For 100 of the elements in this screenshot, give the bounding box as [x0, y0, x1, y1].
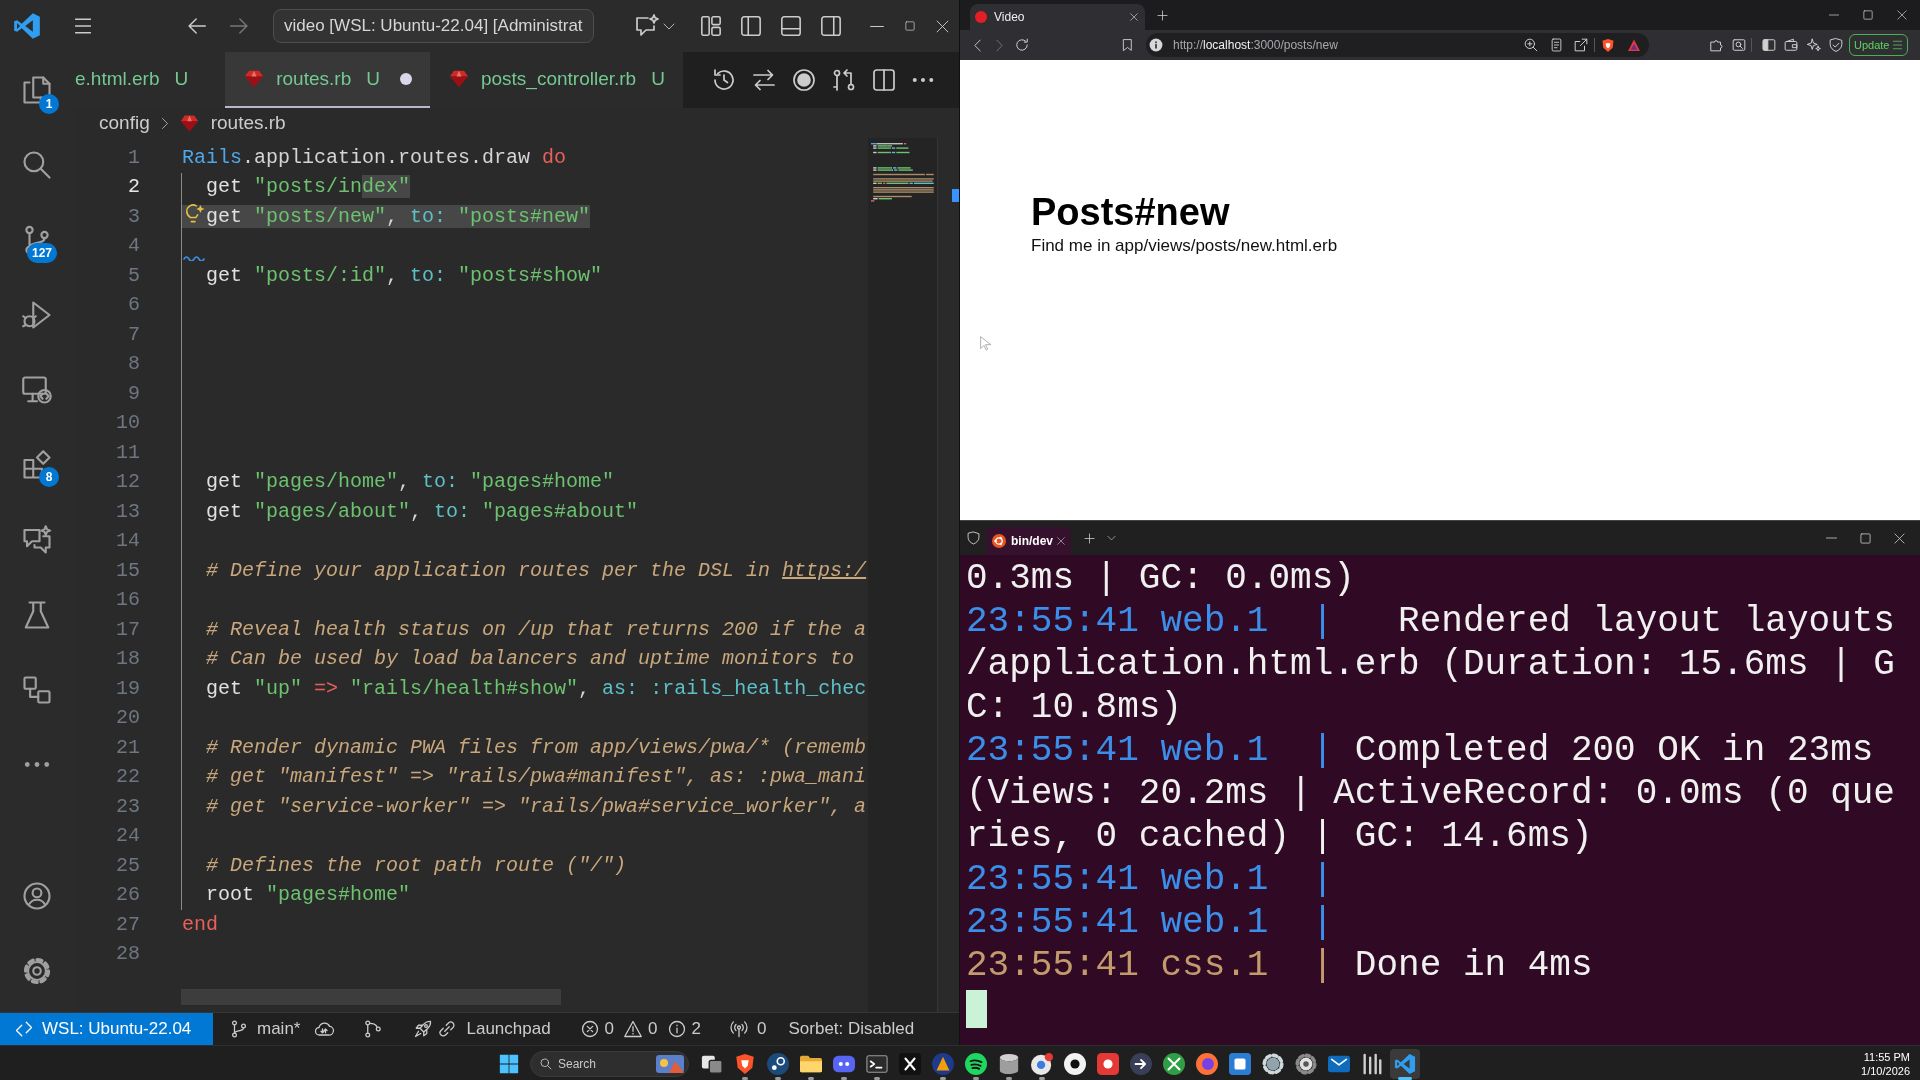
record-icon[interactable]	[792, 68, 816, 92]
code-logo-icon[interactable]	[13, 12, 41, 40]
close-icon[interactable]	[936, 19, 949, 33]
circle-dot-icon[interactable]	[1195, 1052, 1218, 1075]
extensions-icon[interactable]	[22, 449, 52, 480]
swap-arrows-icon[interactable]	[752, 68, 776, 92]
sidebar-left-icon[interactable]	[740, 15, 762, 37]
split-editor-icon[interactable]	[872, 68, 896, 92]
database-icon[interactable]	[997, 1052, 1020, 1075]
lightbulb-sparkle-icon[interactable]	[184, 204, 205, 223]
breadcrumb-item[interactable]: config	[99, 108, 150, 138]
address-bar[interactable]: http://localhost:3000/posts/new	[1146, 33, 1649, 57]
ports-count[interactable]: 0	[757, 1016, 767, 1042]
unsaved-dot-icon[interactable]	[399, 73, 412, 85]
cross-tile-icon[interactable]	[898, 1052, 921, 1075]
sidebar-icon[interactable]	[1762, 38, 1776, 52]
editor-tab[interactable]: e.html.erb U	[74, 52, 226, 108]
bookmark-icon[interactable]	[1121, 38, 1134, 52]
layout-grid-icon[interactable]	[700, 15, 722, 37]
sidebar-right-icon[interactable]	[820, 15, 842, 37]
code-logo-icon[interactable]	[1389, 1048, 1420, 1079]
more-icon[interactable]	[24, 760, 50, 769]
compare-icon[interactable]	[832, 68, 856, 92]
back-arrow-icon[interactable]	[186, 16, 208, 36]
more-icon[interactable]	[912, 76, 934, 84]
start-icon[interactable]	[499, 1053, 519, 1074]
breadcrumb-item[interactable]: routes.rb	[210, 108, 286, 138]
editor-tab[interactable]: posts_controller.rb U	[429, 52, 683, 108]
new-tab-icon[interactable]	[1084, 532, 1095, 544]
image-search-icon[interactable]	[1732, 38, 1746, 52]
branch-button[interactable]: main*	[230, 1016, 301, 1042]
flask-icon[interactable]	[22, 599, 52, 630]
update-button[interactable]: Update	[1849, 34, 1909, 56]
disc-icon[interactable]	[766, 1052, 789, 1075]
close-icon[interactable]	[1894, 532, 1905, 544]
panel-bottom-icon[interactable]	[780, 15, 802, 37]
shield-icon[interactable]	[733, 1052, 756, 1075]
sparkle-icon[interactable]	[1807, 38, 1821, 52]
caret-down-icon[interactable]	[663, 22, 675, 30]
gear-icon[interactable]	[1261, 1052, 1284, 1075]
maximize-icon[interactable]	[1860, 532, 1871, 544]
reload-icon[interactable]	[1015, 38, 1029, 52]
minimap[interactable]	[871, 143, 935, 205]
command-center[interactable]: video [WSL: Ubuntu-22.04] [Administrat	[273, 9, 594, 43]
arrow-circle-icon[interactable]	[1129, 1052, 1152, 1075]
browser-tab[interactable]: Video	[970, 4, 1145, 30]
close-icon[interactable]	[1897, 10, 1907, 20]
chat-sparkle-icon[interactable]	[635, 14, 659, 38]
shield-icon[interactable]	[1601, 37, 1615, 53]
linked-squares-icon[interactable]	[22, 674, 52, 705]
cross-circle-icon[interactable]	[1162, 1052, 1185, 1075]
rocket-icon[interactable]	[414, 1020, 433, 1038]
orb-with-dot-icon[interactable]	[1030, 1052, 1053, 1075]
chat-sparkle-icon[interactable]	[22, 524, 52, 555]
launchpad-button[interactable]: Launchpad	[466, 1016, 551, 1042]
restore-icon[interactable]	[905, 21, 915, 31]
reader-icon[interactable]	[1550, 38, 1563, 52]
monitor-icon[interactable]	[22, 374, 52, 405]
cloud-sync-icon[interactable]	[314, 1020, 335, 1038]
warning-count[interactable]: 0	[648, 1016, 658, 1042]
error-count[interactable]: 0	[604, 1016, 615, 1042]
link-icon[interactable]	[438, 1020, 457, 1038]
share-icon[interactable]	[1574, 38, 1588, 52]
clock-time[interactable]: 11:55 PM	[1863, 1049, 1910, 1064]
history-icon[interactable]	[712, 68, 736, 92]
app-tile-icon[interactable]	[1228, 1052, 1251, 1075]
ring-icon[interactable]	[1063, 1052, 1086, 1075]
menu-icon[interactable]	[72, 17, 94, 35]
back-chevron-icon[interactable]	[972, 38, 983, 52]
editor-tab[interactable]: routes.rb U	[225, 52, 430, 108]
record-tile-icon[interactable]	[1096, 1052, 1119, 1075]
settings-icon[interactable]	[22, 955, 52, 986]
terminal-icon[interactable]	[865, 1052, 888, 1075]
cog-icon[interactable]	[1294, 1052, 1317, 1075]
shield-icon[interactable]	[967, 531, 980, 545]
error-icon[interactable]	[580, 1020, 599, 1038]
new-tab-icon[interactable]	[1157, 9, 1168, 21]
broadcast-icon[interactable]	[729, 1020, 749, 1038]
caret-down-icon[interactable]	[1107, 535, 1116, 541]
account-icon[interactable]	[22, 880, 52, 911]
maximize-icon[interactable]	[1863, 10, 1873, 20]
wallet-icon[interactable]	[1784, 38, 1798, 52]
source-control-icon[interactable]	[22, 224, 52, 255]
triangle-icon[interactable]	[1627, 38, 1641, 52]
sorbet-status[interactable]: Sorbet: Disabled	[788, 1016, 915, 1042]
zoom-in-icon[interactable]	[1524, 38, 1538, 52]
remote-button[interactable]: WSL: Ubuntu-22.04	[0, 1013, 213, 1045]
sound-waves-icon[interactable]	[964, 1052, 987, 1075]
forward-arrow-icon[interactable]	[228, 16, 250, 36]
clock-date[interactable]: 1/10/2026	[1861, 1063, 1910, 1078]
play-bug-icon[interactable]	[22, 299, 52, 330]
terminal-tab[interactable]: bin/dev	[986, 527, 1071, 555]
shield-check-icon[interactable]	[1829, 38, 1843, 52]
puzzle-icon[interactable]	[1710, 38, 1724, 52]
git-graph-icon[interactable]	[364, 1020, 383, 1038]
warning-icon[interactable]	[624, 1020, 643, 1038]
bars-icon[interactable]	[1360, 1052, 1383, 1075]
info-count[interactable]: 2	[691, 1016, 701, 1042]
minimize-icon[interactable]	[870, 24, 884, 28]
triangle-badge-icon[interactable]	[931, 1052, 954, 1075]
